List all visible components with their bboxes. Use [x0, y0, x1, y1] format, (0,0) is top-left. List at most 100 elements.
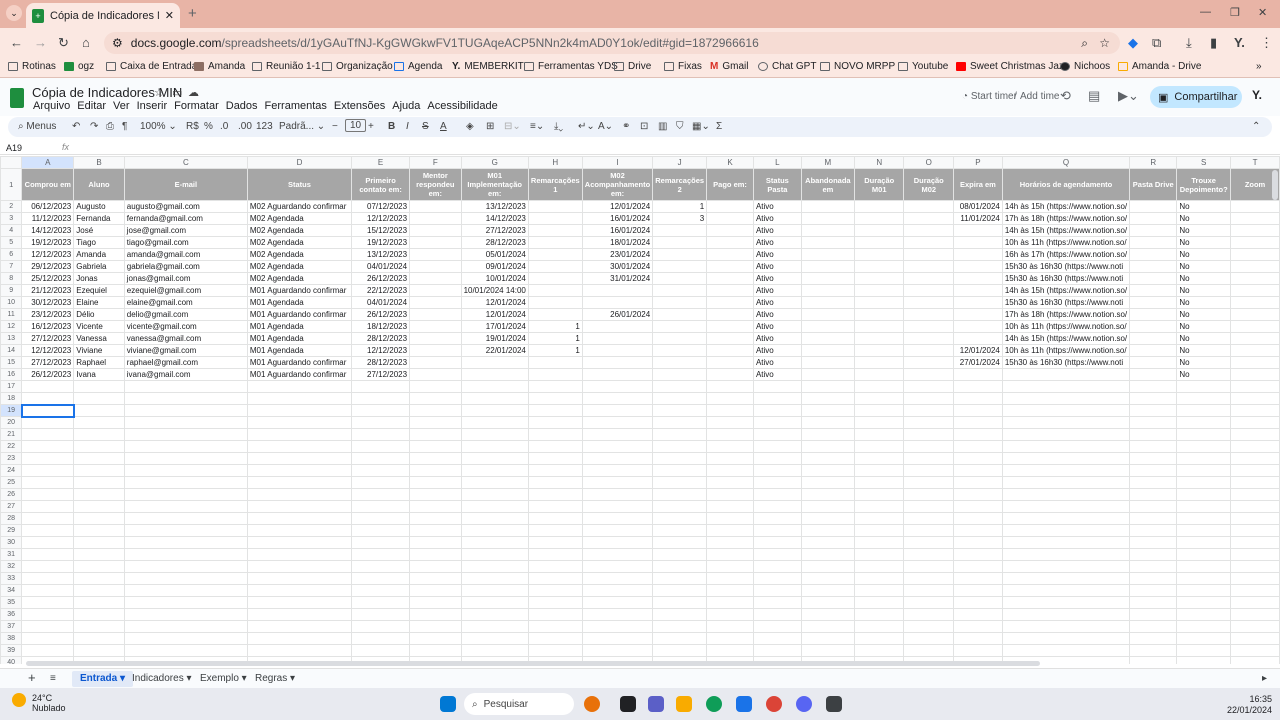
- grid-cell[interactable]: [1176, 476, 1232, 489]
- grid-cell[interactable]: [853, 416, 905, 429]
- grid-cell[interactable]: Ativo: [752, 356, 802, 369]
- grid-cell[interactable]: [853, 308, 905, 321]
- row-number[interactable]: 30: [0, 536, 23, 549]
- grid-cell[interactable]: [953, 272, 1003, 285]
- grid-cell[interactable]: [527, 476, 583, 489]
- grid-cell[interactable]: [903, 200, 955, 213]
- number-format-button[interactable]: 123: [256, 121, 273, 132]
- grid-cell[interactable]: [903, 548, 955, 561]
- weather-widget[interactable]: 24°C Nublado: [12, 693, 66, 713]
- grid-cell[interactable]: [527, 560, 583, 573]
- fill-color-icon[interactable]: ◈: [466, 121, 474, 132]
- percent-format-button[interactable]: %: [204, 121, 213, 132]
- grid-cell[interactable]: [123, 428, 248, 441]
- grid-cell[interactable]: [953, 428, 1003, 441]
- grid-cell[interactable]: Ativo: [752, 296, 802, 309]
- grid-cell[interactable]: [581, 596, 654, 609]
- grid-cell[interactable]: [1176, 608, 1232, 621]
- grid-cell[interactable]: 08/01/2024: [953, 200, 1003, 213]
- grid-cell[interactable]: [1129, 284, 1178, 297]
- grid-cell[interactable]: [853, 632, 905, 645]
- grid-cell[interactable]: Mentor respondeu em:: [409, 168, 462, 201]
- grid-cell[interactable]: [652, 392, 708, 405]
- grid-cell[interactable]: [1129, 632, 1178, 645]
- grid-cell[interactable]: [800, 548, 855, 561]
- column-header[interactable]: O: [903, 156, 955, 169]
- grid-cell[interactable]: [246, 584, 353, 597]
- grid-cell[interactable]: M01 Aguardando confirmar: [246, 368, 353, 381]
- grid-cell[interactable]: M01 Agendada: [246, 320, 353, 333]
- grid-cell[interactable]: [706, 320, 754, 333]
- grid-cell[interactable]: [123, 536, 248, 549]
- grid-cell[interactable]: Ivana: [73, 368, 125, 381]
- grid-cell[interactable]: 15h30 às 16h30 (https://www.noti: [1001, 272, 1131, 285]
- undo-icon[interactable]: ↶: [72, 121, 80, 132]
- grid-cell[interactable]: [460, 488, 529, 501]
- grid-cell[interactable]: [460, 512, 529, 525]
- column-header[interactable]: I: [581, 156, 654, 169]
- grid-cell[interactable]: [409, 368, 462, 381]
- grid-cell[interactable]: [953, 416, 1003, 429]
- grid-cell[interactable]: [527, 260, 583, 273]
- row-number[interactable]: 10: [0, 296, 23, 309]
- grid-cell[interactable]: ivana@gmail.com: [123, 368, 248, 381]
- grid-cell[interactable]: [351, 488, 411, 501]
- grid-cell[interactable]: [752, 392, 802, 405]
- grid-cell[interactable]: [853, 212, 905, 225]
- align-vertical-icon[interactable]: ⤓⌄: [554, 121, 563, 132]
- grid-cell[interactable]: [21, 644, 75, 657]
- grid-cell[interactable]: [409, 596, 462, 609]
- grid-cell[interactable]: [652, 224, 708, 237]
- grid-cell[interactable]: jonas@gmail.com: [123, 272, 248, 285]
- grid-cell[interactable]: [706, 500, 754, 513]
- grid-cell[interactable]: [853, 236, 905, 249]
- reload-icon[interactable]: ↻: [58, 35, 69, 51]
- grid-cell[interactable]: [409, 260, 462, 273]
- grid-cell[interactable]: Fernanda: [73, 212, 125, 225]
- grid-cell[interactable]: [1230, 308, 1280, 321]
- row-number[interactable]: 3: [0, 212, 23, 225]
- grid-cell[interactable]: Ativo: [752, 308, 802, 321]
- grid-cell[interactable]: [752, 536, 802, 549]
- grid-cell[interactable]: [853, 224, 905, 237]
- grid-cell[interactable]: [706, 608, 754, 621]
- grid-cell[interactable]: [1129, 620, 1178, 633]
- insert-chart-icon[interactable]: ▥: [658, 121, 667, 132]
- grid-cell[interactable]: [351, 524, 411, 537]
- column-header[interactable]: C: [123, 156, 248, 169]
- grid-cell[interactable]: [123, 512, 248, 525]
- menu-acessibilidade[interactable]: Acessibilidade: [427, 100, 497, 112]
- bookmark-item[interactable]: Reunião 1-1: [252, 61, 320, 72]
- grid-cell[interactable]: [903, 452, 955, 465]
- grid-cell[interactable]: [1001, 452, 1131, 465]
- grid-cell[interactable]: M01 Agendada: [246, 332, 353, 345]
- grid-cell[interactable]: [1129, 608, 1178, 621]
- grid-cell[interactable]: [652, 512, 708, 525]
- grid-cell[interactable]: [800, 404, 855, 417]
- row-number[interactable]: 13: [0, 332, 23, 345]
- name-box[interactable]: A19: [6, 143, 22, 153]
- grid-cell[interactable]: [800, 284, 855, 297]
- grid-cell[interactable]: [800, 392, 855, 405]
- grid-cell[interactable]: M02 Agendada: [246, 224, 353, 237]
- grid-cell[interactable]: [246, 536, 353, 549]
- row-number[interactable]: 20: [0, 416, 23, 429]
- grid-cell[interactable]: [123, 500, 248, 513]
- filter-views-icon[interactable]: ▦⌄: [692, 121, 710, 132]
- row-number[interactable]: 26: [0, 488, 23, 501]
- grid-cell[interactable]: [752, 404, 802, 417]
- grid-cell[interactable]: [246, 608, 353, 621]
- grid-cell[interactable]: Pago em:: [706, 168, 754, 201]
- grid-cell[interactable]: fernanda@gmail.com: [123, 212, 248, 225]
- grid-cell[interactable]: No: [1176, 308, 1232, 321]
- bookmark-item[interactable]: Caixa de Entrada: [106, 61, 197, 72]
- grid-cell[interactable]: [527, 248, 583, 261]
- grid-cell[interactable]: [1230, 548, 1280, 561]
- grid-cell[interactable]: [1129, 200, 1178, 213]
- grid-cell[interactable]: [73, 572, 125, 585]
- grid-cell[interactable]: [409, 464, 462, 477]
- horizontal-scrollbar[interactable]: [26, 661, 1040, 666]
- redo-icon[interactable]: ↷: [90, 121, 98, 132]
- grid-cell[interactable]: [706, 260, 754, 273]
- grid-cell[interactable]: [800, 560, 855, 573]
